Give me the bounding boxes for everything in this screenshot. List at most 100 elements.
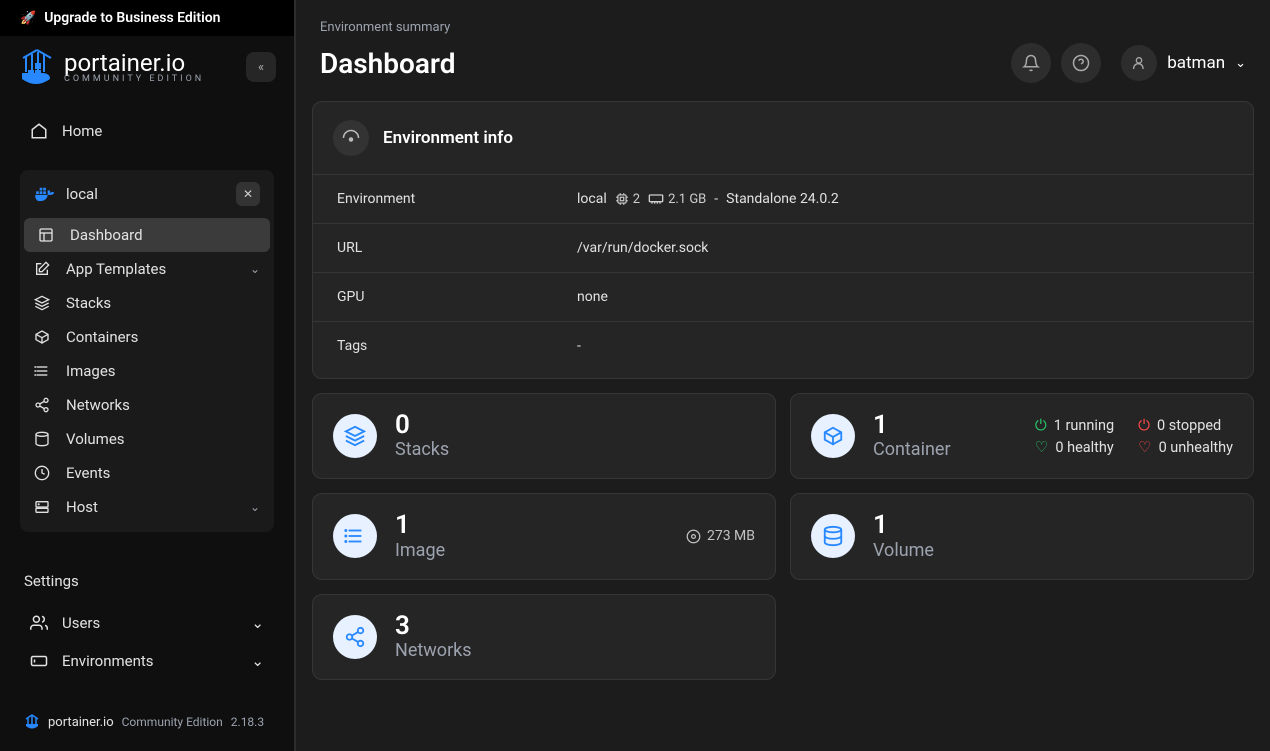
nav-label: App Templates bbox=[66, 260, 166, 278]
stat-running: ⏻1 running bbox=[1035, 416, 1114, 434]
tile-label: Networks bbox=[395, 640, 472, 661]
networks-icon bbox=[34, 397, 52, 413]
dashboard-icon bbox=[38, 227, 56, 243]
image-size: 273 MB bbox=[686, 528, 755, 544]
chevron-left-double-icon: « bbox=[258, 60, 264, 75]
nav-label: Containers bbox=[66, 328, 138, 346]
page-title: Dashboard bbox=[320, 47, 456, 80]
containers-icon bbox=[34, 329, 52, 345]
sidebar-item-dashboard[interactable]: Dashboard bbox=[24, 218, 270, 252]
tile-count: 3 bbox=[395, 613, 472, 640]
power-icon: ⏻ bbox=[1138, 416, 1150, 434]
stacks-icon bbox=[34, 295, 52, 311]
power-icon: ⏻ bbox=[1035, 416, 1047, 434]
footer-edition: Community Edition bbox=[122, 715, 223, 729]
sidebar-collapse-button[interactable]: « bbox=[246, 52, 276, 82]
help-button[interactable] bbox=[1061, 43, 1101, 83]
containers-icon bbox=[811, 414, 855, 458]
sidebar-footer: portainer.io Community Edition 2.18.3 bbox=[0, 693, 294, 751]
nav-label: Images bbox=[66, 362, 116, 380]
stat-healthy: ♡0 healthy bbox=[1035, 438, 1114, 456]
notifications-button[interactable] bbox=[1011, 43, 1051, 83]
sidebar-item-volumes[interactable]: Volumes bbox=[20, 422, 274, 456]
bell-icon bbox=[1022, 54, 1040, 72]
home-icon bbox=[30, 122, 48, 140]
tile-label: Container bbox=[873, 439, 951, 460]
sidebar-item-home[interactable]: Home bbox=[20, 112, 274, 150]
sidebar-item-app-templates[interactable]: App Templates ⌄ bbox=[20, 252, 274, 286]
images-icon bbox=[333, 514, 377, 558]
row-value: local 2 2.1 GB - Standalone 24.0.2 bbox=[553, 175, 1253, 224]
footer-version: 2.18.3 bbox=[231, 715, 264, 729]
nav-label: Networks bbox=[66, 396, 130, 414]
heart-icon: ♡ bbox=[1138, 438, 1151, 456]
username: batman bbox=[1167, 53, 1225, 73]
networks-icon bbox=[333, 615, 377, 659]
events-icon bbox=[34, 465, 52, 481]
chevron-down-icon: ⌄ bbox=[251, 614, 264, 632]
sidebar-item-events[interactable]: Events bbox=[20, 456, 274, 490]
chevron-down-icon: ⌄ bbox=[250, 500, 260, 514]
tile-count: 1 bbox=[873, 412, 951, 439]
tile-count: 1 bbox=[873, 512, 934, 539]
close-icon: ✕ bbox=[243, 187, 253, 201]
container-stats: ⏻1 running ⏻0 stopped ♡0 healthy ♡0 unhe… bbox=[1035, 416, 1233, 456]
sidebar: 🚀 Upgrade to Business Edition portainer.… bbox=[0, 0, 296, 751]
logo-row: portainer.io COMMUNITY EDITION « bbox=[0, 36, 294, 106]
templates-icon bbox=[34, 261, 52, 277]
env-name-value: local bbox=[577, 191, 607, 207]
nav-label: Stacks bbox=[66, 294, 111, 312]
brand-edition: COMMUNITY EDITION bbox=[64, 75, 204, 84]
footer-brand: portainer.io bbox=[48, 715, 114, 730]
volumes-icon bbox=[34, 431, 52, 447]
user-avatar bbox=[1121, 45, 1157, 81]
nav-label: Volumes bbox=[66, 430, 125, 448]
tile-images[interactable]: 1 Image 273 MB bbox=[312, 493, 776, 579]
row-label: GPU bbox=[313, 273, 553, 322]
tile-count: 0 bbox=[395, 412, 449, 439]
env-header[interactable]: local ✕ bbox=[20, 170, 274, 218]
user-icon bbox=[1131, 55, 1147, 71]
main: Environment summary Dashboard batman ⌄ bbox=[296, 0, 1270, 751]
tile-label: Stacks bbox=[395, 439, 449, 460]
upgrade-label: Upgrade to Business Edition bbox=[44, 10, 220, 26]
brand-name: portainer.io bbox=[64, 51, 204, 75]
tile-volumes[interactable]: 1 Volume bbox=[790, 493, 1254, 579]
users-icon bbox=[30, 614, 48, 632]
user-menu[interactable]: batman ⌄ bbox=[1121, 45, 1246, 81]
sidebar-item-environments[interactable]: Environments ⌄ bbox=[20, 642, 274, 680]
brand-logo[interactable]: portainer.io COMMUNITY EDITION bbox=[18, 46, 204, 88]
sidebar-item-containers[interactable]: Containers bbox=[20, 320, 274, 354]
row-value: none bbox=[553, 273, 1253, 322]
tile-label: Volume bbox=[873, 540, 934, 561]
portainer-small-icon bbox=[24, 713, 40, 731]
sidebar-item-host[interactable]: Host ⌄ bbox=[20, 490, 274, 524]
version-value: Standalone 24.0.2 bbox=[726, 191, 839, 207]
cpu-chip: 2 bbox=[615, 192, 640, 207]
environment-info-widget: Environment info Environment local 2 bbox=[312, 101, 1254, 379]
nav-label: Home bbox=[62, 122, 102, 140]
nav-label: Environments bbox=[62, 652, 154, 670]
tile-stacks[interactable]: 0 Stacks bbox=[312, 393, 776, 479]
sidebar-item-networks[interactable]: Networks bbox=[20, 388, 274, 422]
chevron-down-icon: ⌄ bbox=[1235, 56, 1246, 71]
sidebar-item-users[interactable]: Users ⌄ bbox=[20, 604, 274, 642]
rocket-icon: 🚀 bbox=[20, 11, 36, 26]
upgrade-banner[interactable]: 🚀 Upgrade to Business Edition bbox=[0, 0, 294, 36]
tile-count: 1 bbox=[395, 512, 445, 539]
nav-label: Events bbox=[66, 464, 110, 482]
environments-icon bbox=[30, 652, 48, 670]
sidebar-item-stacks[interactable]: Stacks bbox=[20, 286, 274, 320]
tile-networks[interactable]: 3 Networks bbox=[312, 594, 776, 680]
env-close-button[interactable]: ✕ bbox=[236, 182, 260, 206]
row-label: URL bbox=[313, 224, 553, 273]
chevron-down-icon: ⌄ bbox=[250, 262, 260, 276]
settings-heading: Settings bbox=[0, 552, 294, 598]
tile-containers[interactable]: 1 Container ⏻1 running ⏻0 stopped ♡0 hea… bbox=[790, 393, 1254, 479]
row-value: - bbox=[553, 322, 1253, 371]
separator: - bbox=[714, 191, 718, 207]
sidebar-item-images[interactable]: Images bbox=[20, 354, 274, 388]
nav-label: Users bbox=[62, 614, 100, 632]
chevron-down-icon: ⌄ bbox=[251, 652, 264, 670]
widget-title: Environment info bbox=[383, 128, 513, 148]
